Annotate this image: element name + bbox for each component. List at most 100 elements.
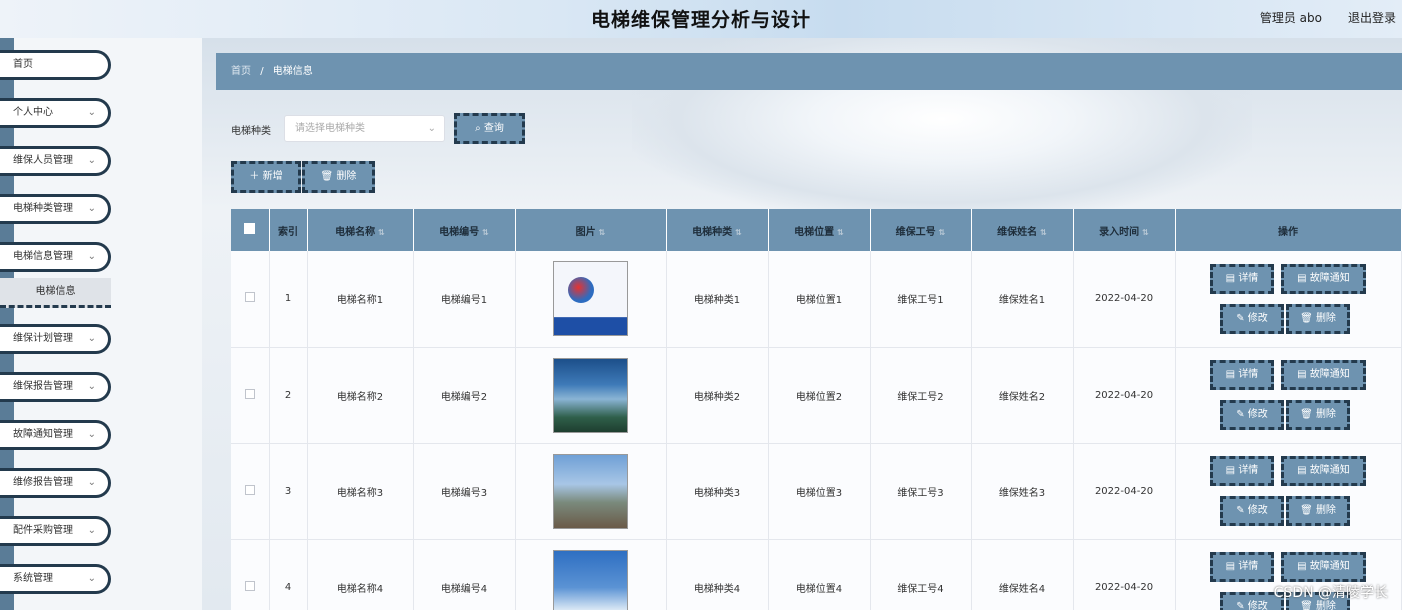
document-icon: ▤ bbox=[1297, 272, 1310, 284]
sidebar-item-fault-notice[interactable]: 故障通知管理 ⌄ bbox=[0, 420, 111, 450]
elevator-type-select[interactable]: 请选择电梯种类 ⌄ bbox=[284, 115, 445, 142]
cell-code: 电梯编号2 bbox=[413, 347, 516, 444]
cell-code: 电梯编号1 bbox=[413, 251, 516, 348]
edit-icon: ✎ bbox=[1236, 505, 1248, 516]
fault-notice-button[interactable]: ▤ 故障通知 bbox=[1281, 552, 1366, 582]
delete-label: 删除 bbox=[1315, 601, 1336, 610]
sidebar-item-repair-report[interactable]: 维修报告管理 ⌄ bbox=[0, 468, 111, 498]
trash-icon: 🗑 bbox=[1300, 601, 1316, 610]
sidebar-item-elevator-types[interactable]: 电梯种类管理 ⌄ bbox=[0, 194, 111, 224]
detail-label: 详情 bbox=[1238, 561, 1259, 572]
table-row: 1 电梯名称1 电梯编号1 电梯种类1 电梯位置1 维保工号1 维保姓名1 20… bbox=[231, 251, 1402, 348]
detail-button[interactable]: ▤ 详情 bbox=[1210, 552, 1274, 582]
add-button[interactable]: ＋ 新增 bbox=[231, 161, 301, 193]
document-icon: ▤ bbox=[1225, 369, 1239, 380]
sidebar-item-label: 电梯信息管理 bbox=[13, 251, 73, 262]
delete-button[interactable]: 🗑 删除 bbox=[1286, 400, 1350, 430]
row-select-cell bbox=[231, 347, 270, 444]
column-header-date[interactable]: 录入时间 ⇅ bbox=[1073, 209, 1176, 251]
row-checkbox[interactable] bbox=[244, 388, 255, 399]
breadcrumb-current: 电梯信息 bbox=[272, 66, 313, 77]
breadcrumb-home[interactable]: 首页 bbox=[231, 66, 251, 77]
column-header-label: 录入时间 bbox=[1099, 226, 1140, 238]
row-checkbox[interactable] bbox=[244, 484, 255, 495]
document-icon: ▤ bbox=[1225, 272, 1239, 284]
fault-notice-button[interactable]: ▤ 故障通知 bbox=[1281, 456, 1366, 486]
chevron-down-icon: ⌄ bbox=[87, 251, 96, 262]
sidebar-subitem-elevator-info[interactable]: 电梯信息 bbox=[0, 278, 111, 308]
detail-label: 详情 bbox=[1238, 465, 1259, 476]
sort-icon[interactable]: ⇅ bbox=[482, 228, 489, 237]
sort-icon[interactable]: ⇅ bbox=[735, 228, 742, 237]
column-header-worker-name[interactable]: 维保姓名 ⇅ bbox=[971, 209, 1074, 251]
cell-index: 1 bbox=[269, 251, 308, 348]
cell-date: 2022-04-20 bbox=[1073, 347, 1176, 444]
cell-worker-id: 维保工号4 bbox=[870, 539, 972, 610]
sidebar-item-label: 维修报告管理 bbox=[13, 477, 73, 488]
cell-code: 电梯编号3 bbox=[413, 443, 516, 540]
detail-button[interactable]: ▤ 详情 bbox=[1210, 360, 1274, 390]
chevron-down-icon: ⌄ bbox=[87, 525, 96, 536]
sidebar-item-elevator-info[interactable]: 电梯信息管理 ⌄ bbox=[0, 242, 111, 272]
sort-icon[interactable]: ⇅ bbox=[599, 228, 606, 237]
sort-icon[interactable]: ⇅ bbox=[837, 228, 844, 237]
query-button-label: 查询 bbox=[483, 123, 504, 134]
cell-image bbox=[515, 443, 667, 540]
delete-button[interactable]: 🗑 删除 bbox=[1286, 303, 1350, 334]
detail-button[interactable]: ▤ 详情 bbox=[1210, 263, 1274, 294]
trash-icon: 🗑 bbox=[320, 171, 334, 182]
sort-icon[interactable]: ⇅ bbox=[1142, 228, 1149, 237]
row-checkbox[interactable] bbox=[244, 580, 255, 591]
column-header-worker-id[interactable]: 维保工号 ⇅ bbox=[870, 209, 972, 251]
column-header-name[interactable]: 电梯名称 ⇅ bbox=[307, 209, 414, 251]
fault-notice-button[interactable]: ▤ 故障通知 bbox=[1281, 263, 1366, 294]
column-header-image[interactable]: 图片 ⇅ bbox=[515, 209, 667, 251]
batch-delete-button[interactable]: 🗑 删除 bbox=[302, 161, 375, 193]
elevator-image[interactable] bbox=[553, 261, 628, 337]
document-icon: ▤ bbox=[1297, 369, 1310, 380]
select-all-checkbox[interactable] bbox=[244, 223, 256, 234]
delete-button[interactable]: 🗑 删除 bbox=[1286, 496, 1350, 526]
cell-name: 电梯名称1 bbox=[307, 251, 414, 348]
cell-worker-id: 维保工号1 bbox=[870, 251, 972, 348]
query-button[interactable]: ⌕ 查询 bbox=[454, 113, 525, 144]
column-header-type[interactable]: 电梯种类 ⇅ bbox=[666, 209, 769, 251]
edit-button[interactable]: ✎ 修改 bbox=[1220, 496, 1284, 526]
sidebar-item-maintenance-staff[interactable]: 维保人员管理 ⌄ bbox=[0, 146, 111, 176]
breadcrumb-separator: / bbox=[260, 66, 264, 77]
cell-date: 2022-04-20 bbox=[1073, 443, 1176, 540]
elevator-image[interactable] bbox=[553, 549, 628, 610]
sidebar-item-parts-purchase[interactable]: 配件采购管理 ⌄ bbox=[0, 516, 111, 546]
sidebar-item-label: 系统管理 bbox=[13, 573, 53, 584]
current-user: 管理员 abo bbox=[1259, 11, 1322, 25]
cell-type: 电梯种类1 bbox=[666, 251, 769, 348]
column-header-location[interactable]: 电梯位置 ⇅ bbox=[768, 209, 871, 251]
column-header-label: 电梯位置 bbox=[794, 226, 835, 238]
cell-worker-name: 维保姓名3 bbox=[971, 443, 1074, 540]
column-header-index: 索引 bbox=[269, 209, 308, 251]
cell-actions: ▤ 详情 ▤ 故障通知 ✎ 修改 🗑 删除 bbox=[1175, 251, 1402, 348]
watermark: CSDN @清陵学长 bbox=[1273, 585, 1388, 601]
column-header-code[interactable]: 电梯编号 ⇅ bbox=[413, 209, 516, 251]
sidebar-item-home[interactable]: 首页 bbox=[0, 50, 111, 80]
sort-icon[interactable]: ⇅ bbox=[1040, 228, 1047, 237]
logout-link[interactable]: 退出登录 bbox=[1348, 9, 1396, 26]
elevator-image[interactable] bbox=[553, 453, 628, 529]
sidebar-item-maintenance-plan[interactable]: 维保计划管理 ⌄ bbox=[0, 324, 111, 354]
select-placeholder: 请选择电梯种类 bbox=[295, 123, 365, 134]
edit-button[interactable]: ✎ 修改 bbox=[1220, 303, 1284, 334]
detail-button[interactable]: ▤ 详情 bbox=[1210, 456, 1274, 486]
edit-button[interactable]: ✎ 修改 bbox=[1220, 400, 1284, 430]
fault-notice-button[interactable]: ▤ 故障通知 bbox=[1281, 360, 1366, 390]
elevator-image[interactable] bbox=[553, 357, 628, 433]
cell-type: 电梯种类2 bbox=[666, 347, 769, 444]
sidebar-item-maintenance-report[interactable]: 维保报告管理 ⌄ bbox=[0, 372, 111, 402]
chevron-down-icon: ⌄ bbox=[87, 333, 96, 344]
sidebar-item-personal-center[interactable]: 个人中心 ⌄ bbox=[0, 98, 111, 128]
sort-icon[interactable]: ⇅ bbox=[939, 228, 946, 237]
cell-image bbox=[515, 251, 667, 348]
sidebar-item-system[interactable]: 系统管理 ⌄ bbox=[0, 564, 111, 594]
sort-icon[interactable]: ⇅ bbox=[378, 228, 385, 237]
search-icon: ⌕ bbox=[475, 123, 481, 134]
row-checkbox[interactable] bbox=[244, 292, 255, 303]
